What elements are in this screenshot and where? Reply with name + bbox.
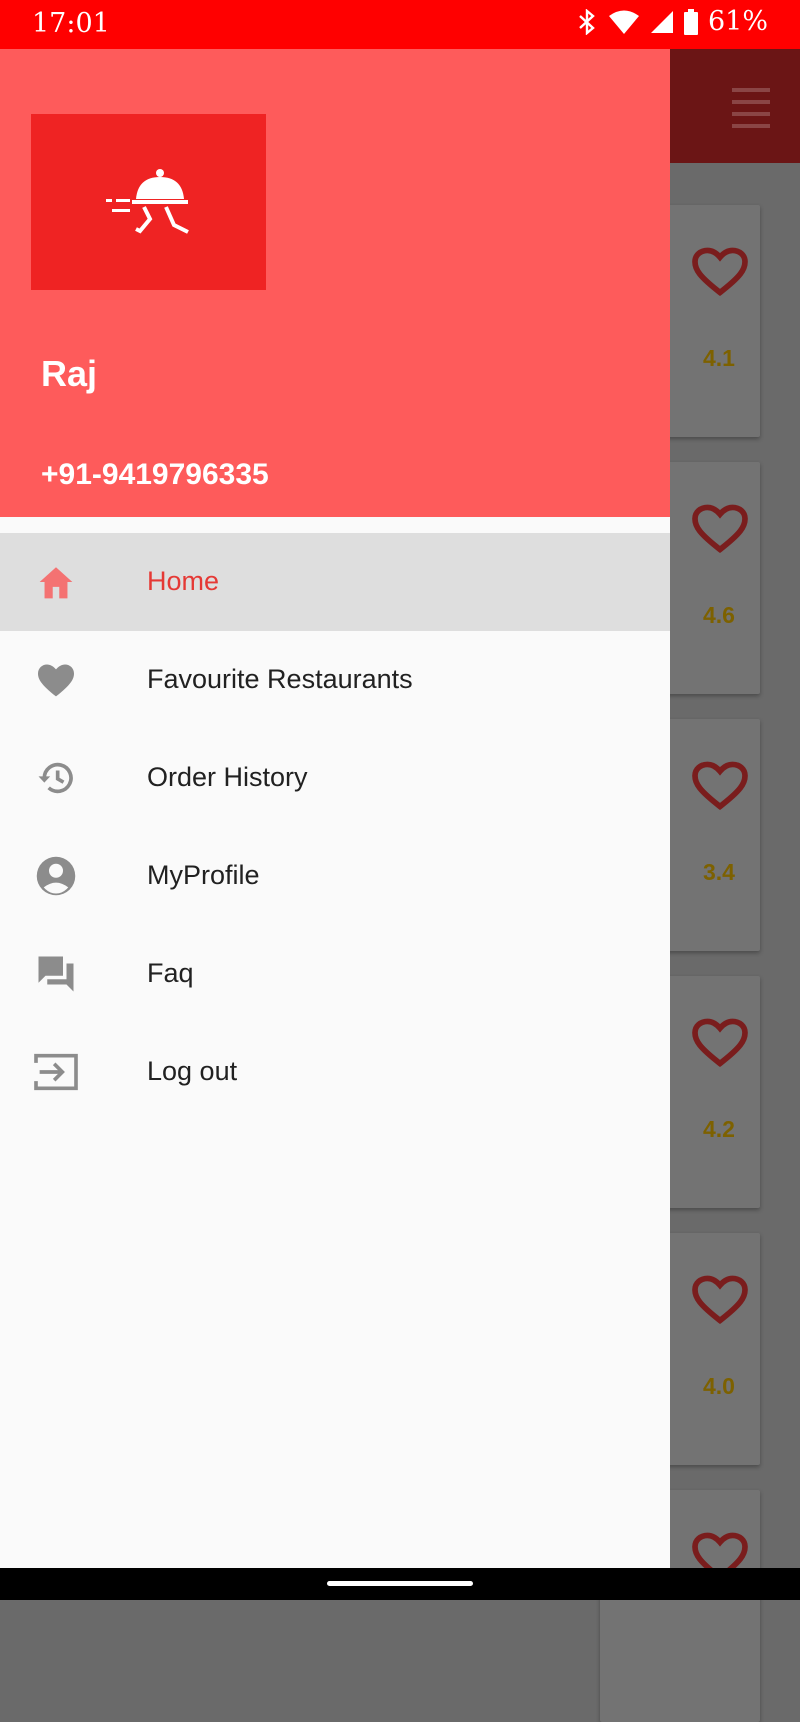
- user-phone: +91-9419796335: [41, 458, 269, 491]
- cell-signal-icon: [650, 10, 673, 33]
- restaurant-rating: 4.6: [703, 602, 735, 628]
- heart-icon: [34, 658, 78, 702]
- favourite-heart-icon[interactable]: [692, 1018, 748, 1068]
- drawer-item-label: Home: [147, 566, 220, 596]
- drawer-header: Raj +91-9419796335: [0, 49, 670, 517]
- system-navigation-bar: [0, 1568, 800, 1600]
- drawer-item-label: Faq: [147, 958, 194, 988]
- battery-percent: 61%: [707, 6, 768, 37]
- drawer-item-label: Log out: [147, 1056, 238, 1086]
- wifi-icon: [608, 10, 639, 34]
- history-icon: [34, 756, 78, 800]
- drawer-item-label: MyProfile: [147, 860, 260, 890]
- restaurant-rating: 4.2: [703, 1116, 735, 1142]
- navigation-drawer: Raj +91-9419796335 Home Favourite Restau…: [0, 49, 670, 1568]
- hamburger-menu-icon[interactable]: [732, 88, 770, 136]
- drawer-item-log-out[interactable]: Log out: [0, 1023, 670, 1121]
- battery-icon: [683, 8, 698, 35]
- status-time: 17:01: [32, 8, 110, 39]
- bluetooth-icon: [579, 8, 595, 35]
- drawer-item-home[interactable]: Home: [0, 533, 670, 631]
- food-delivery-icon: [105, 169, 189, 234]
- exit-icon: [34, 1050, 78, 1094]
- favourite-heart-icon[interactable]: [692, 1275, 748, 1325]
- home-icon: [34, 560, 78, 604]
- user-name: Raj: [41, 353, 98, 394]
- forum-icon: [34, 952, 78, 996]
- restaurant-rating: 3.4: [703, 859, 735, 885]
- status-bar: 17:01 61%: [0, 0, 800, 49]
- drawer-item-myprofile[interactable]: MyProfile: [0, 827, 670, 925]
- drawer-item-faq[interactable]: Faq: [0, 925, 670, 1023]
- favourite-heart-icon[interactable]: [692, 761, 748, 811]
- drawer-menu: Home Favourite Restaurants Order History…: [0, 533, 670, 1121]
- restaurant-rating: 4.0: [703, 1373, 735, 1399]
- status-icons: 61%: [576, 6, 768, 37]
- app-logo: [31, 114, 266, 290]
- home-gesture-handle[interactable]: [327, 1581, 473, 1586]
- favourite-heart-icon[interactable]: [692, 247, 748, 297]
- drawer-item-label: Order History: [147, 762, 308, 792]
- drawer-item-label: Favourite Restaurants: [147, 664, 413, 694]
- restaurant-rating: 4.1: [703, 345, 735, 371]
- drawer-item-favourite-restaurants[interactable]: Favourite Restaurants: [0, 631, 670, 729]
- account-circle-icon: [34, 854, 78, 898]
- drawer-item-order-history[interactable]: Order History: [0, 729, 670, 827]
- favourite-heart-icon[interactable]: [692, 504, 748, 554]
